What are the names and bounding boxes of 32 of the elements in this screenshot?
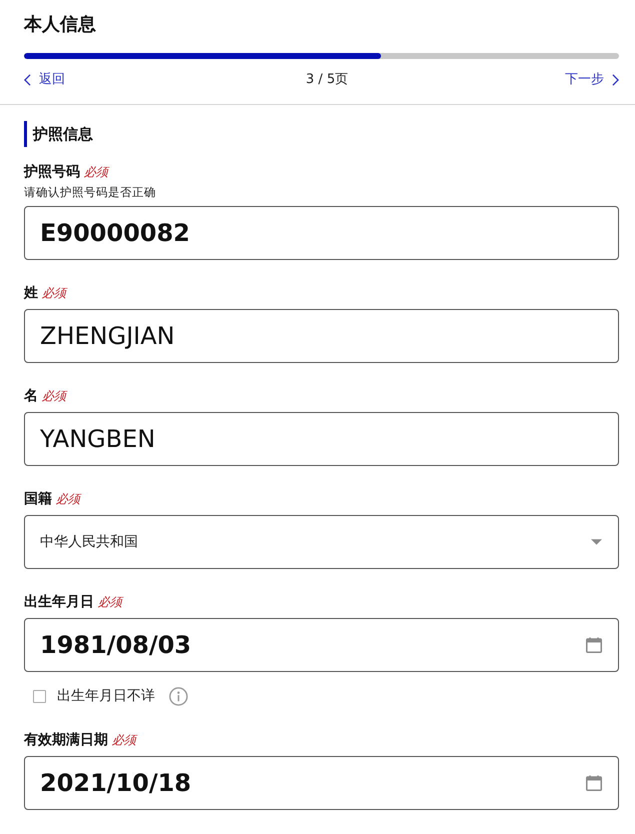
caret-down-icon	[591, 539, 602, 545]
required-tag: 必须	[56, 489, 80, 509]
text-field[interactable]: ZHENGJIAN	[24, 309, 619, 363]
required-tag: 必须	[98, 592, 122, 612]
checkbox-label[interactable]: 出生年月日不详	[57, 687, 155, 705]
field-label: 出生年月日	[24, 593, 94, 612]
passport-number-field[interactable]: E90000082	[24, 206, 619, 260]
field-hint: 请确认护照号码是否正确	[24, 184, 157, 200]
back-link[interactable]: 返回	[24, 70, 65, 90]
required-tag: 必须	[84, 162, 108, 182]
date-field[interactable]: 1981/08/03	[24, 618, 619, 672]
field-label: 护照号码	[24, 162, 80, 182]
chevron-right-icon	[612, 74, 619, 86]
required-tag: 必须	[42, 386, 66, 406]
calendar-icon	[586, 775, 602, 791]
field-label: 名	[24, 387, 38, 406]
calendar-icon	[586, 637, 602, 653]
required-tag: 必须	[42, 283, 66, 303]
checkbox[interactable]	[33, 690, 46, 702]
field-label: 有效期满日期	[24, 731, 108, 750]
chevron-left-icon	[24, 74, 31, 86]
page-title: 本人信息	[24, 13, 97, 37]
dropdown-field[interactable]: 中华人民共和国	[24, 515, 619, 569]
required-tag: 必须	[112, 730, 136, 750]
page-indicator: 3 / 5页	[306, 71, 348, 89]
date-field[interactable]: 2021/10/18	[24, 756, 619, 810]
section-title: 护照信息	[24, 121, 619, 147]
field-label: 国籍	[24, 490, 52, 509]
field-label: 姓	[24, 284, 38, 303]
info-icon[interactable]	[169, 686, 188, 706]
text-field[interactable]: YANGBEN	[24, 412, 619, 466]
next-link[interactable]: 下一步	[565, 70, 619, 90]
